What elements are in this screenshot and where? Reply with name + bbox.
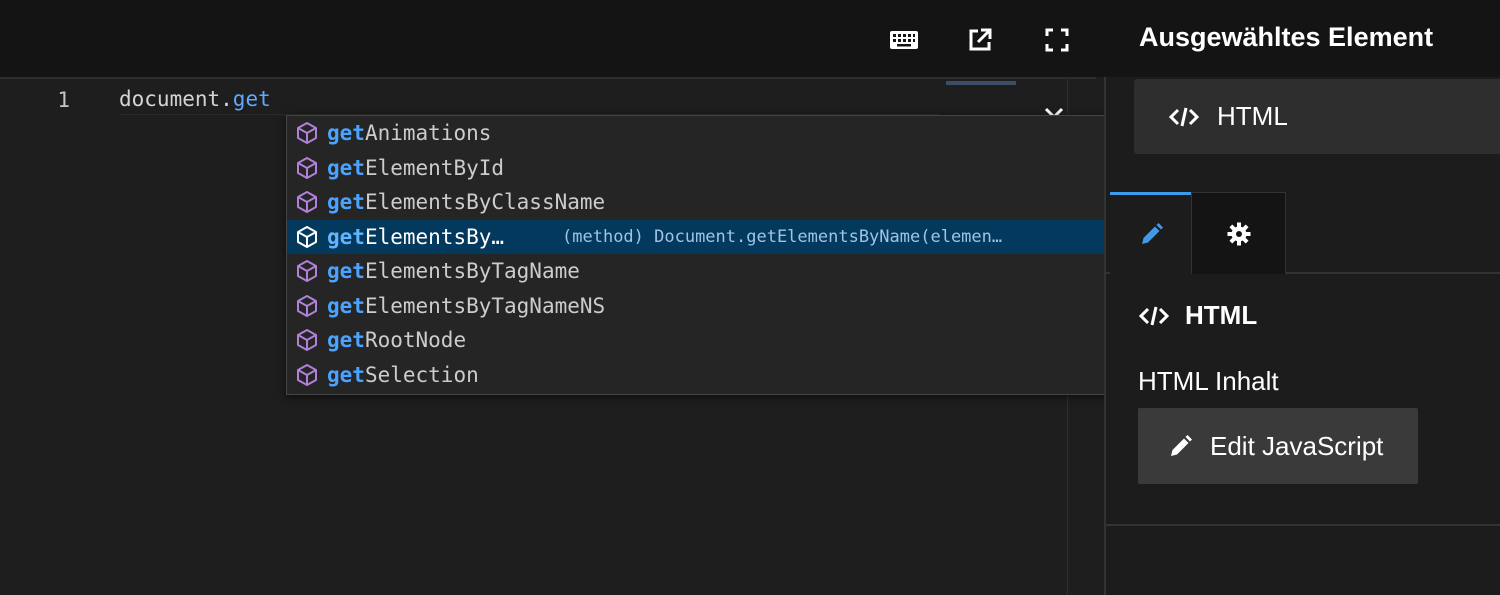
keyboard-icon	[890, 31, 918, 49]
external-link-icon	[969, 28, 992, 51]
pencil-icon	[1141, 222, 1163, 244]
method-icon	[287, 259, 327, 283]
method-icon	[287, 363, 327, 387]
suggestion-label: RootNode	[364, 328, 467, 353]
suggest-widget: get Animations get ElementById get ElementsBy…	[286, 115, 1111, 395]
suggestion-label: ElementsByTagName	[364, 259, 580, 284]
suggestion-label: ElementsByClassName	[364, 190, 606, 215]
section-title: HTML	[1185, 300, 1258, 330]
suggestion-match: get	[327, 155, 365, 180]
suggestion-label: ElementsByTagNameNS	[364, 293, 606, 318]
code-icon	[1139, 306, 1169, 325]
suggestion-label: ElementsBy…	[364, 224, 505, 249]
method-icon	[287, 156, 327, 180]
fullscreen-button[interactable]	[1039, 22, 1075, 58]
suggestion-label: Selection	[364, 362, 479, 387]
method-icon	[287, 190, 327, 214]
method-icon	[287, 294, 327, 318]
suggestion-item[interactable]: get ElementsByTagNameNS	[287, 289, 1110, 324]
panel-divider	[1104, 77, 1106, 595]
pencil-icon	[1171, 435, 1192, 456]
html-section: HTML HTML Inhalt Edit JavaScript	[1104, 274, 1500, 526]
edit-javascript-label: Edit JavaScript	[1210, 430, 1384, 461]
method-icon	[287, 225, 327, 249]
edit-javascript-button[interactable]: Edit JavaScript	[1138, 408, 1418, 484]
open-external-button[interactable]	[962, 22, 998, 58]
code-property: get	[232, 87, 271, 111]
suggestion-item[interactable]: get Selection	[287, 358, 1110, 393]
suggestion-detail: (method) Document.getElementsByName(elem…	[562, 226, 1003, 247]
suggestion-item[interactable]: get ElementById	[287, 151, 1110, 186]
suggestion-label: Animations	[364, 121, 492, 146]
method-icon	[287, 121, 327, 145]
panel-tabs	[1104, 192, 1500, 274]
section-header: HTML	[1139, 300, 1257, 331]
suggestion-item[interactable]: get ElementsByClassName	[287, 185, 1110, 220]
suggestion-label: ElementById	[364, 155, 505, 180]
suggestion-item[interactable]: get ElementsByTagName	[287, 254, 1110, 289]
properties-panel: Ausgewähltes Element HTML HTML HTML Inha…	[1104, 0, 1500, 595]
code-line[interactable]: document.get	[119, 85, 939, 115]
minimap-slider[interactable]	[946, 81, 1016, 85]
fullscreen-icon	[1045, 28, 1069, 52]
tab-edit[interactable]	[1110, 192, 1191, 274]
html-content-label: HTML Inhalt	[1138, 366, 1279, 396]
tab-settings[interactable]	[1191, 192, 1286, 274]
selected-element-label: HTML	[1217, 101, 1288, 131]
selected-element-card[interactable]: HTML	[1134, 79, 1500, 154]
editor-toolbar	[0, 0, 1106, 77]
suggestion-match: get	[327, 362, 365, 387]
keyboard-button[interactable]	[886, 22, 922, 58]
suggestion-match: get	[327, 190, 365, 215]
suggestion-match: get	[327, 293, 365, 318]
suggestion-match: get	[327, 259, 365, 284]
code-object: document.	[119, 87, 233, 111]
suggestion-match: get	[327, 121, 365, 146]
method-icon	[287, 328, 327, 352]
line-gutter: 1	[0, 79, 110, 595]
line-number: 1	[57, 88, 70, 112]
suggestion-match: get	[327, 328, 365, 353]
suggestion-item[interactable]: get RootNode	[287, 323, 1110, 358]
suggestion-item[interactable]: get Animations	[287, 116, 1110, 151]
suggestion-item[interactable]: get ElementsBy… (method) Document.getEleme…	[287, 219, 1110, 254]
code-icon	[1169, 107, 1199, 126]
suggestion-match: get	[327, 224, 365, 249]
gear-icon	[1227, 222, 1250, 245]
panel-title: Ausgewähltes Element	[1139, 22, 1434, 52]
